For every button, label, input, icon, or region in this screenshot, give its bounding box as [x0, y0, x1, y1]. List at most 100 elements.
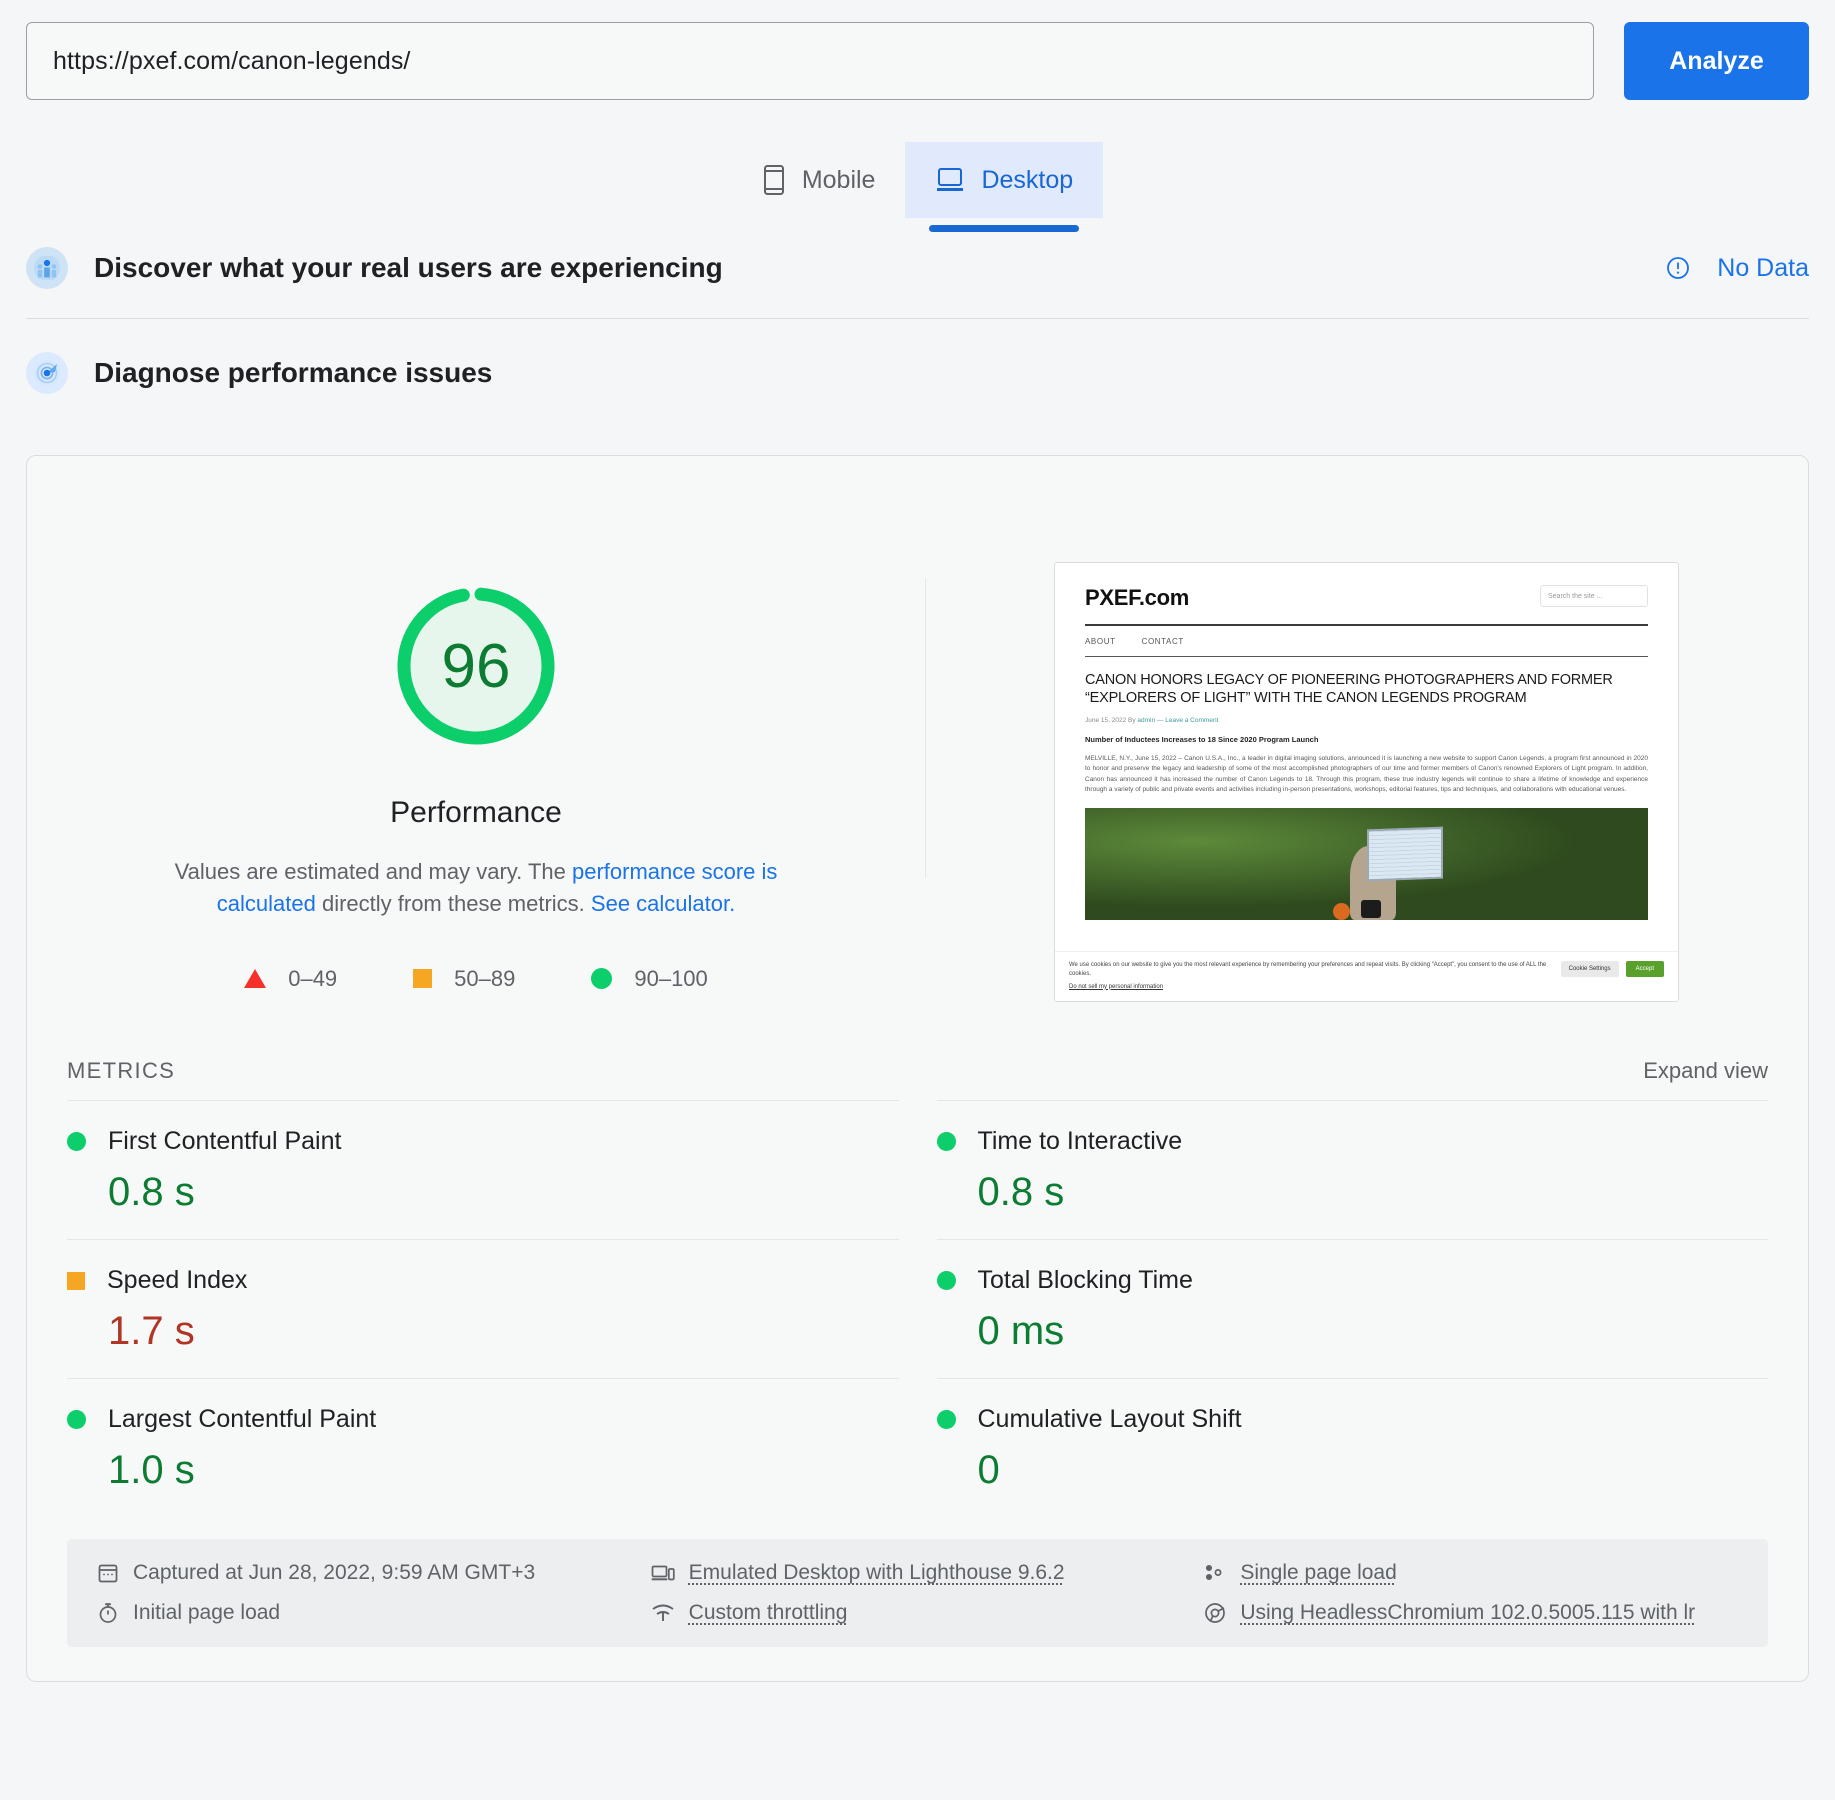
tab-desktop-label: Desktop	[981, 165, 1074, 194]
footer-emulation-text[interactable]: Emulated Desktop with Lighthouse 9.6.2	[689, 1561, 1065, 1585]
triangle-icon	[244, 969, 267, 989]
thumb-cookie-buttons: Cookie Settings Accept	[1560, 961, 1664, 978]
metric-largest-contentful-paint: Largest Contentful Paint 1.0 s	[67, 1378, 899, 1517]
metric-name: Largest Contentful Paint	[108, 1405, 377, 1433]
legend-range-good: 90–100	[634, 965, 708, 991]
field-data-status[interactable]: No Data	[1665, 254, 1809, 283]
card-top-row: 96 Performance Values are estimated and …	[27, 456, 1808, 1042]
legend-range-poor: 0–49	[288, 965, 338, 991]
metric-head: Total Blocking Time	[936, 1266, 1769, 1295]
circle-icon	[67, 1410, 86, 1429]
footer-initial-page-load-text: Initial page load	[133, 1601, 281, 1624]
run-settings-footer: Captured at Jun 28, 2022, 9:59 AM GMT+3 …	[67, 1539, 1768, 1647]
metric-first-contentful-paint: First Contentful Paint 0.8 s	[67, 1100, 899, 1239]
stopwatch-icon	[97, 1602, 119, 1624]
desktop-icon	[935, 166, 965, 194]
expand-view-button[interactable]: Expand view	[1643, 1058, 1768, 1084]
page-screenshot-thumbnail: PXEF.com Search the site ... ABOUT CONTA…	[1054, 562, 1679, 1002]
footer-user-agent-text[interactable]: Using HeadlessChromium 102.0.5005.115 wi…	[1240, 1601, 1695, 1625]
performance-category-label: Performance	[390, 796, 562, 829]
desc-prefix: Values are estimated and may vary. The	[174, 859, 572, 884]
metric-head: First Contentful Paint	[67, 1127, 899, 1156]
tab-desktop[interactable]: Desktop	[905, 142, 1104, 232]
metric-cumulative-layout-shift: Cumulative Layout Shift 0	[936, 1378, 1769, 1517]
performance-gauge: 96	[386, 576, 566, 756]
metric-head: Cumulative Layout Shift	[936, 1405, 1769, 1434]
tab-mobile[interactable]: Mobile	[732, 142, 906, 218]
real-users-icon	[26, 247, 68, 289]
footer-throttling[interactable]: Custom throttling	[651, 1601, 1185, 1625]
circle-icon	[936, 1271, 956, 1290]
legend-item-poor: 0–49	[244, 966, 337, 992]
footer-captured-at-text: Captured at Jun 28, 2022, 9:59 AM GMT+3	[133, 1561, 536, 1584]
calendar-icon	[97, 1562, 119, 1584]
footer-captured-at: Captured at Jun 28, 2022, 9:59 AM GMT+3	[97, 1561, 631, 1585]
metric-time-to-interactive: Time to Interactive 0.8 s	[936, 1100, 1769, 1239]
thumb-nav-contact: CONTACT	[1141, 636, 1184, 646]
lab-data-header: Diagnose performance issues	[0, 319, 1835, 427]
metric-total-blocking-time: Total Blocking Time 0 ms	[936, 1239, 1769, 1378]
metric-value: 1.7 s	[108, 1309, 195, 1353]
no-data-label: No Data	[1717, 253, 1809, 282]
legend-item-good: 90–100	[591, 965, 708, 992]
metric-name: Time to Interactive	[977, 1127, 1183, 1155]
analyze-button[interactable]: Analyze	[1624, 22, 1809, 100]
desc-middle: directly from these metrics.	[315, 890, 591, 916]
pagespeed-insights-report: https://pxef.com/canon-legends/ Analyze …	[0, 0, 1835, 1800]
photo-light-panel-shape	[1366, 826, 1443, 882]
footer-user-agent[interactable]: Using HeadlessChromium 102.0.5005.115 wi…	[1204, 1601, 1738, 1625]
url-bar-row: https://pxef.com/canon-legends/ Analyze	[0, 0, 1835, 100]
thumb-nav-about: ABOUT	[1085, 636, 1116, 646]
thumb-body-text: MELVILLE, N.Y., June 15, 2022 – Canon U.…	[1085, 754, 1648, 794]
thumb-cookie-banner: We use cookies on our website to give yo…	[1055, 951, 1678, 1001]
thumb-site-logo: PXEF.com	[1085, 585, 1189, 610]
footer-emulation[interactable]: Emulated Desktop with Lighthouse 9.6.2	[651, 1561, 1185, 1585]
circle-icon	[936, 1132, 956, 1151]
device-tabs: Mobile Desktop	[0, 142, 1835, 232]
thumb-meta-date: June 15, 2022 By	[1085, 716, 1138, 724]
legend-item-average: 50–89	[413, 966, 515, 992]
footer-throttling-text[interactable]: Custom throttling	[689, 1601, 848, 1625]
footer-initial-page-load: Initial page load	[97, 1601, 631, 1625]
url-input[interactable]: https://pxef.com/canon-legends/	[26, 22, 1594, 100]
field-data-title: Discover what your real users are experi…	[94, 252, 723, 283]
info-circle-icon	[1665, 255, 1691, 281]
field-data-header: Discover what your real users are experi…	[0, 218, 1835, 318]
chrome-icon	[1204, 1602, 1226, 1624]
metric-head: Time to Interactive	[936, 1127, 1769, 1156]
thumb-nav: ABOUT CONTACT	[1085, 626, 1648, 656]
thumb-subheadline: Number of Inductees Increases to 18 Sinc…	[1085, 734, 1319, 744]
metric-speed-index: Speed Index 1.7 s	[67, 1239, 899, 1378]
thumb-cookie-text-wrap: We use cookies on our website to give yo…	[1069, 961, 1551, 992]
url-input-value: https://pxef.com/canon-legends/	[53, 46, 411, 75]
photo-camera-shape	[1360, 899, 1381, 918]
mobile-icon	[762, 164, 786, 196]
thumb-search-box: Search the site ...	[1540, 585, 1648, 607]
performance-score: 96	[441, 631, 511, 701]
thumb-article-photo	[1085, 807, 1648, 920]
thumb-cookie-optout-link[interactable]: Do not sell my personal information	[1069, 983, 1551, 992]
thumb-post-meta: June 15, 2022 By admin — Leave a Comment	[1085, 717, 1648, 724]
legend-range-average: 50–89	[454, 965, 516, 991]
thumb-search-placeholder: Search the site ...	[1548, 592, 1603, 600]
thumb-cookie-settings-button[interactable]: Cookie Settings	[1560, 961, 1619, 978]
throttling-icon	[651, 1603, 675, 1623]
metric-value: 0.8 s	[108, 1170, 195, 1214]
screenshot-column: PXEF.com Search the site ... ABOUT CONTA…	[925, 516, 1808, 1002]
metric-name: Speed Index	[107, 1266, 248, 1294]
metric-name: Total Blocking Time	[977, 1266, 1193, 1294]
devices-icon	[651, 1563, 675, 1583]
page-load-icon	[1204, 1562, 1226, 1584]
thumb-cookie-text: We use cookies on our website to give yo…	[1069, 962, 1547, 978]
metric-name: Cumulative Layout Shift	[977, 1405, 1242, 1433]
thumb-cookie-accept-button[interactable]: Accept	[1625, 961, 1664, 978]
metric-value: 0 ms	[977, 1309, 1065, 1353]
metric-name: First Contentful Paint	[108, 1127, 342, 1155]
metric-head: Largest Contentful Paint	[67, 1405, 899, 1434]
thumb-meta-comment: Leave a Comment	[1165, 716, 1219, 724]
footer-page-load-type-text[interactable]: Single page load	[1240, 1561, 1396, 1585]
performance-report-card: 96 Performance Values are estimated and …	[26, 455, 1809, 1682]
footer-page-load-type[interactable]: Single page load	[1204, 1561, 1738, 1585]
see-calculator-link[interactable]: See calculator.	[591, 891, 735, 916]
diagnose-radar-icon	[26, 352, 68, 394]
